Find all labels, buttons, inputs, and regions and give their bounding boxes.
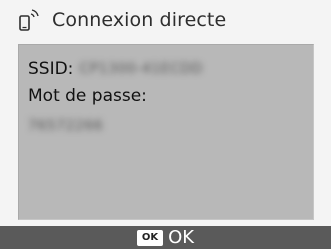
ssid-value: CP1300-41ECDD [79, 61, 203, 77]
password-value: 76572266 [28, 118, 104, 134]
connection-info-panel: SSID: CP1300-41ECDD Mot de passe: 765722… [18, 44, 314, 220]
password-value-row: 76572266 [28, 115, 103, 135]
page-title: Connexion directe [52, 9, 227, 31]
password-label: Mot de passe: [28, 86, 147, 106]
ssid-row: SSID: CP1300-41ECDD [28, 59, 203, 79]
direct-connection-screen: Connexion directe SSID: CP1300-41ECDD Mo… [0, 0, 331, 249]
title-bar: Connexion directe [0, 0, 331, 40]
ok-button[interactable]: OK [168, 227, 194, 249]
ok-key-icon: OK [136, 229, 164, 246]
footer-bar: OK OK [0, 226, 331, 249]
ssid-label: SSID: [28, 59, 74, 79]
phone-wireless-icon [18, 7, 42, 33]
